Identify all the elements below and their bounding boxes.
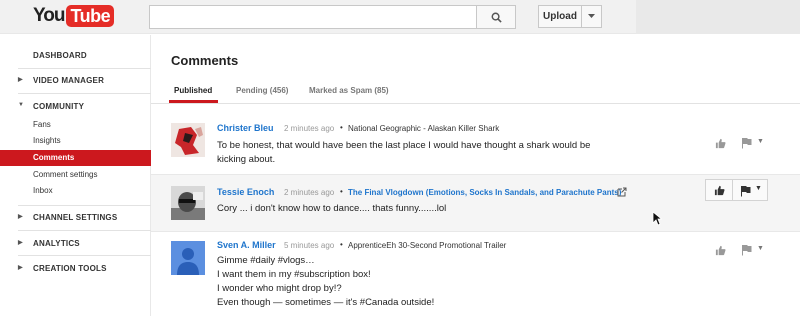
upload-button[interactable]: Upload	[538, 5, 582, 28]
tab-marked-as-spam[interactable]: Marked as Spam (85)	[309, 86, 389, 95]
like-button[interactable]	[705, 179, 733, 201]
logo-tube-text: Tube	[66, 5, 115, 27]
divider	[18, 205, 151, 206]
flag-button[interactable]: ▼	[732, 179, 768, 201]
comment-author-link[interactable]: Christer Bleu	[217, 123, 274, 133]
bullet-separator: •	[340, 187, 343, 196]
top-bar: You Tube Upload	[0, 0, 800, 34]
comment-line: Gimme #daily #vlogs…	[217, 255, 315, 266]
chevron-down-icon	[588, 14, 595, 18]
comment-video-link[interactable]: National Geographic - Alaskan Killer Sha…	[348, 124, 499, 133]
search-button[interactable]	[476, 5, 516, 29]
logo-you-text: You	[33, 5, 66, 26]
flag-icon	[741, 186, 751, 197]
comment-timestamp[interactable]: 5 minutes ago	[284, 241, 334, 250]
bullet-separator: •	[340, 123, 343, 132]
sidebar-item-label: CREATION TOOLS	[33, 264, 107, 273]
avatar[interactable]	[171, 123, 205, 157]
comment-row: Tessie Enoch 2 minutes ago • The Final V…	[151, 175, 800, 231]
sidebar-item-comments[interactable]: Comments	[0, 150, 151, 166]
account-area[interactable]	[636, 0, 800, 34]
comment-author-link[interactable]: Tessie Enoch	[217, 187, 274, 197]
sidebar-item-inbox[interactable]: Inbox	[0, 183, 151, 199]
sidebar-item-label: Inbox	[33, 186, 53, 195]
tab-published[interactable]: Published	[174, 86, 212, 95]
comment-timestamp[interactable]: 2 minutes ago	[284, 188, 334, 197]
sidebar-item-label: Comments	[33, 153, 75, 162]
comment-line: I wonder who might drop by!?	[217, 283, 342, 294]
comment-timestamp[interactable]: 2 minutes ago	[284, 124, 334, 133]
comment-text: To be honest, that would have been the l…	[217, 139, 590, 167]
comment-video-link[interactable]: ApprenticeEh 30-Second Promotional Trail…	[348, 241, 506, 250]
sidebar-item-label: COMMUNITY	[33, 102, 85, 111]
external-link-icon[interactable]	[617, 187, 627, 200]
search-icon	[491, 12, 502, 23]
sidebar-item-fans[interactable]: Fans	[0, 117, 151, 133]
comment-text: Gimme #daily #vlogs… I want them in my #…	[217, 254, 434, 310]
divider	[18, 230, 151, 231]
expand-arrow-icon: ▶	[18, 265, 23, 271]
collapse-arrow-icon: ▼	[18, 102, 25, 108]
chevron-down-icon: ▼	[755, 185, 762, 192]
divider	[18, 68, 151, 69]
sidebar-item-label: Fans	[33, 120, 51, 129]
flag-icon	[742, 138, 752, 149]
thumbs-up-icon	[714, 185, 725, 196]
comment-video-link[interactable]: The Final Vlogdown (Emotions, Socks In S…	[348, 188, 621, 197]
flag-button[interactable]	[739, 136, 753, 150]
sidebar-item-label: VIDEO MANAGER	[33, 76, 105, 85]
expand-arrow-icon: ▶	[18, 214, 23, 220]
sidebar-item-comment-settings[interactable]: Comment settings	[0, 167, 151, 183]
sidebar-item-label: Comment settings	[33, 170, 98, 179]
sidebar: DASHBOARD ▶ VIDEO MANAGER ▼ COMMUNITY Fa…	[0, 35, 151, 316]
comment-line: Cory ... i don't know how to dance.... t…	[217, 203, 447, 214]
comment-text: Cory ... i don't know how to dance.... t…	[217, 202, 446, 216]
flag-button[interactable]	[739, 243, 753, 257]
expand-arrow-icon: ▶	[18, 77, 23, 83]
comment-line: I want them in my #subscription box!	[217, 269, 371, 280]
sidebar-item-label: ANALYTICS	[33, 239, 80, 248]
sidebar-item-label: DASHBOARD	[33, 51, 87, 60]
bullet-separator: •	[340, 240, 343, 249]
sidebar-item-label: Insights	[33, 136, 61, 145]
avatar[interactable]	[171, 186, 205, 220]
youtube-logo[interactable]: You Tube	[33, 5, 115, 27]
upload-menu-button[interactable]	[581, 5, 602, 28]
comment-line: To be honest, that would have been the l…	[217, 140, 591, 151]
sidebar-item-insights[interactable]: Insights	[0, 133, 151, 149]
page-title: Comments	[171, 53, 239, 68]
like-button[interactable]	[713, 136, 727, 150]
tab-pending[interactable]: Pending (456)	[236, 86, 288, 95]
comment-line: kicking about.	[217, 154, 276, 165]
expand-arrow-icon: ▶	[18, 240, 23, 246]
avatar[interactable]	[171, 241, 205, 275]
like-button[interactable]	[713, 243, 727, 257]
comment-row: Sven A. Miller 5 minutes ago • Apprentic…	[151, 232, 800, 316]
thumbs-up-icon	[715, 138, 726, 148]
comment-author-link[interactable]: Sven A. Miller	[217, 240, 276, 250]
thumbs-up-icon	[715, 245, 726, 255]
chevron-down-icon[interactable]: ▼	[757, 138, 764, 145]
mouse-cursor-icon	[652, 211, 662, 226]
sidebar-item-label: CHANNEL SETTINGS	[33, 213, 118, 222]
flag-icon	[742, 245, 752, 256]
divider	[18, 255, 151, 256]
search-input[interactable]	[149, 5, 476, 29]
divider	[18, 93, 151, 94]
chevron-down-icon[interactable]: ▼	[757, 245, 764, 252]
comment-line: Even though — sometimes — it's #Canada o…	[217, 297, 435, 308]
comment-row: Christer Bleu 2 minutes ago • National G…	[151, 104, 800, 174]
